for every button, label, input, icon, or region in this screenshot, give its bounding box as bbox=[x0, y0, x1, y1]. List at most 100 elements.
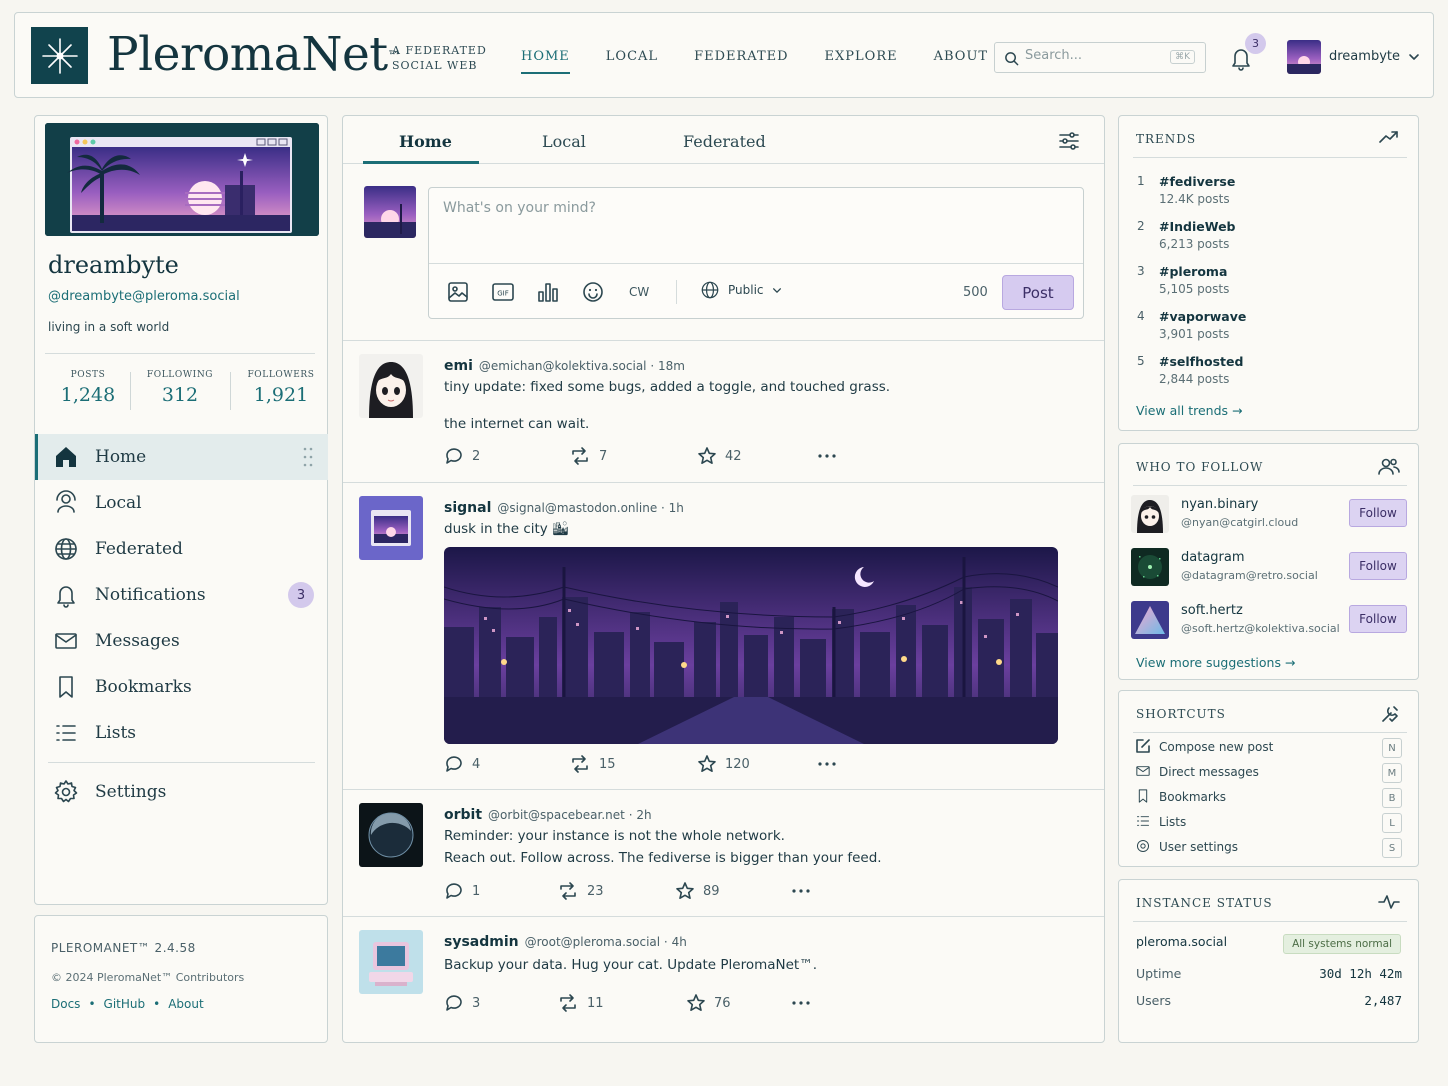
local-icon bbox=[56, 490, 76, 513]
footer-link-about[interactable]: About bbox=[168, 997, 203, 1011]
copyright: © 2024 PleromaNet™ Contributors bbox=[51, 971, 245, 984]
nav-home[interactable]: Home bbox=[521, 49, 570, 74]
favorite-button[interactable]: 42 bbox=[697, 446, 817, 466]
view-more-suggestions-link[interactable]: View more suggestions → bbox=[1136, 655, 1295, 670]
post-avatar[interactable] bbox=[359, 930, 423, 994]
gif-icon[interactable]: GIF bbox=[491, 280, 515, 304]
post-handle[interactable]: @signal@mastodon.online bbox=[497, 501, 657, 515]
post-handle[interactable]: @orbit@spacebear.net bbox=[488, 808, 625, 822]
user-avatar[interactable] bbox=[1287, 40, 1321, 74]
boost-button[interactable]: 15 bbox=[569, 754, 697, 774]
post-author[interactable]: sysadmin bbox=[444, 934, 519, 950]
post-avatar[interactable] bbox=[359, 803, 423, 867]
menu-item-settings[interactable]: Settings bbox=[35, 769, 328, 815]
suggestion-name[interactable]: datagram bbox=[1181, 550, 1245, 565]
post-time[interactable]: 4h bbox=[672, 935, 687, 949]
nav-local[interactable]: Local bbox=[606, 49, 658, 74]
filter-sliders-icon[interactable] bbox=[1058, 130, 1080, 152]
menu-item-notifications[interactable]: Notifications 3 bbox=[35, 572, 328, 618]
menu-item-local[interactable]: Local bbox=[35, 480, 328, 526]
envelope-icon bbox=[1136, 766, 1150, 776]
reply-button[interactable]: 4 bbox=[444, 754, 569, 774]
nav-federated[interactable]: Federated bbox=[694, 49, 788, 74]
favorite-button[interactable]: 76 bbox=[686, 993, 791, 1013]
suggestion-name[interactable]: soft.hertz bbox=[1181, 603, 1243, 618]
suggestion-avatar[interactable] bbox=[1131, 601, 1169, 639]
shortcut-compose[interactable]: Compose new post N bbox=[1135, 738, 1405, 758]
shortcut-lists[interactable]: Lists L bbox=[1135, 813, 1405, 833]
more-options-icon[interactable] bbox=[791, 1000, 811, 1006]
stat-following[interactable]: Following 312 bbox=[137, 370, 223, 406]
reply-button[interactable]: 2 bbox=[444, 446, 569, 466]
post-button[interactable]: Post bbox=[1002, 275, 1074, 310]
view-all-trends-link[interactable]: View all trends → bbox=[1136, 403, 1243, 418]
post-time[interactable]: 18m bbox=[658, 359, 685, 373]
shortcut-bookmarks[interactable]: Bookmarks B bbox=[1135, 788, 1405, 808]
more-options-icon[interactable] bbox=[817, 761, 837, 767]
post-time[interactable]: 2h bbox=[636, 808, 651, 822]
post-header: orbit @orbit@spacebear.net · 2h bbox=[444, 807, 652, 823]
poll-icon[interactable] bbox=[536, 280, 560, 304]
suggestion-name[interactable]: nyan.binary bbox=[1181, 497, 1258, 512]
post-avatar[interactable] bbox=[359, 496, 423, 560]
follow-button[interactable]: Follow bbox=[1349, 499, 1407, 527]
stat-followers[interactable]: Followers 1,921 bbox=[239, 370, 323, 406]
list-icon bbox=[56, 725, 76, 741]
more-options-icon[interactable] bbox=[791, 888, 811, 894]
shortcut-messages[interactable]: Direct messages M bbox=[1135, 763, 1405, 783]
emoji-icon[interactable] bbox=[581, 280, 605, 304]
footer-link-docs[interactable]: Docs bbox=[51, 997, 80, 1011]
post-handle[interactable]: @emichan@kolektiva.social bbox=[479, 359, 647, 373]
tab-home[interactable]: Home bbox=[399, 132, 452, 151]
shortcut-settings[interactable]: User settings S bbox=[1135, 838, 1405, 858]
follow-button[interactable]: Follow bbox=[1349, 552, 1407, 580]
tab-local[interactable]: Local bbox=[542, 132, 586, 151]
user-name[interactable]: dreambyte bbox=[1329, 49, 1400, 64]
chevron-down-icon[interactable] bbox=[1408, 53, 1420, 61]
tab-federated[interactable]: Federated bbox=[683, 132, 766, 151]
content-warning-button[interactable]: CW bbox=[629, 285, 649, 299]
post-handle[interactable]: @root@pleroma.social bbox=[525, 935, 660, 949]
menu-item-federated[interactable]: Federated bbox=[35, 526, 328, 572]
visibility-select[interactable]: Public bbox=[700, 280, 782, 300]
post-author[interactable]: emi bbox=[444, 358, 473, 374]
nav-explore[interactable]: Explore bbox=[825, 49, 898, 74]
stat-posts[interactable]: Posts 1,248 bbox=[55, 370, 121, 406]
top-nav: Home Local Federated Explore About bbox=[521, 49, 1024, 74]
footer-card: PLEROMANET™ 2.4.58 © 2024 PleromaNet™ Co… bbox=[34, 915, 328, 1043]
brand-name: PleromaNet™ bbox=[107, 27, 401, 82]
post-image[interactable] bbox=[444, 547, 1058, 744]
reply-button[interactable]: 1 bbox=[444, 881, 557, 901]
reply-button[interactable]: 3 bbox=[444, 993, 557, 1013]
nav-about[interactable]: About bbox=[934, 49, 988, 74]
logo-icon[interactable] bbox=[31, 27, 88, 84]
boost-button[interactable]: 11 bbox=[557, 993, 686, 1013]
search-shortcut: ⌘K bbox=[1170, 50, 1195, 64]
search-input[interactable] bbox=[1025, 48, 1165, 63]
image-upload-icon[interactable] bbox=[446, 280, 470, 304]
follow-button[interactable]: Follow bbox=[1349, 605, 1407, 633]
boost-icon bbox=[572, 447, 588, 465]
profile-handle[interactable]: @dreambyte@pleroma.social bbox=[48, 289, 240, 304]
menu-item-bookmarks[interactable]: Bookmarks bbox=[35, 664, 328, 710]
trends-title: Trends bbox=[1136, 132, 1197, 146]
post-avatar[interactable] bbox=[359, 354, 423, 418]
suggestion-avatar[interactable] bbox=[1131, 548, 1169, 586]
favorite-button[interactable]: 89 bbox=[675, 881, 791, 901]
instance-status-card: Instance Status pleroma.social All syste… bbox=[1118, 879, 1419, 1043]
post-time[interactable]: 1h bbox=[669, 501, 684, 515]
compose-input[interactable] bbox=[443, 200, 1063, 250]
menu-item-home[interactable]: Home bbox=[35, 434, 328, 480]
boost-button[interactable]: 23 bbox=[557, 881, 675, 901]
star-icon bbox=[698, 755, 716, 773]
boost-button[interactable]: 7 bbox=[569, 446, 697, 466]
menu-item-lists[interactable]: Lists bbox=[35, 710, 328, 756]
drag-handle-icon[interactable] bbox=[302, 446, 314, 468]
menu-item-messages[interactable]: Messages bbox=[35, 618, 328, 664]
post-author[interactable]: signal bbox=[444, 500, 491, 516]
more-options-icon[interactable] bbox=[817, 453, 837, 459]
suggestion-avatar[interactable] bbox=[1131, 495, 1169, 533]
footer-link-github[interactable]: GitHub bbox=[104, 997, 146, 1011]
post-author[interactable]: orbit bbox=[444, 807, 482, 823]
favorite-button[interactable]: 120 bbox=[697, 754, 817, 774]
